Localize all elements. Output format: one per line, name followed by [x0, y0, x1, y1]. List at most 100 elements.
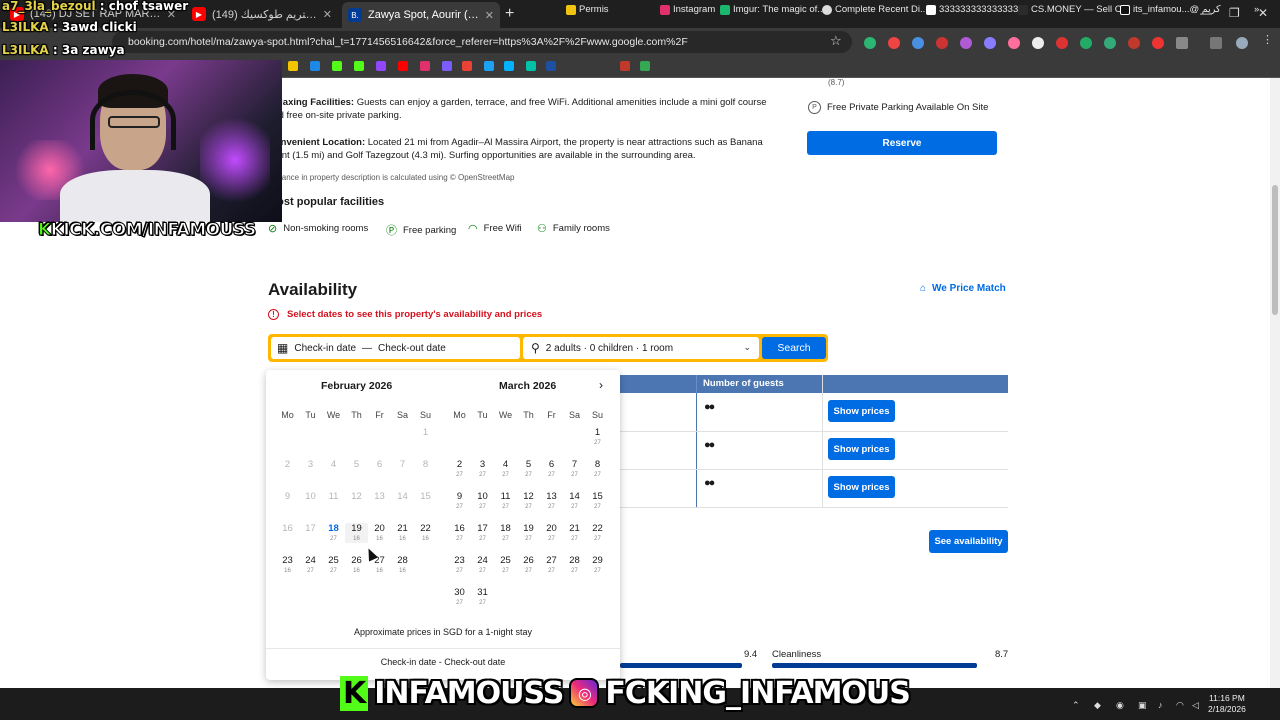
menu-icon[interactable]: [1210, 37, 1222, 49]
extensions-puzzle-icon[interactable]: [1176, 37, 1188, 49]
extension-icon[interactable]: [864, 37, 876, 49]
calendar-day[interactable]: 19 27: [517, 523, 540, 543]
calendar-day[interactable]: 27 27: [540, 555, 563, 575]
calendar-day[interactable]: 5 27: [517, 459, 540, 479]
tray-chevron-icon[interactable]: ⌃: [1072, 700, 1080, 711]
calendar-day[interactable]: 8 27: [586, 459, 609, 479]
calendar-day[interactable]: 23 27: [448, 555, 471, 575]
system-clock[interactable]: 11:16 PM 2/18/2026: [1208, 693, 1246, 715]
bookmarks-more-icon[interactable]: »: [1254, 4, 1259, 15]
bookmark-icon[interactable]: [526, 61, 536, 71]
calendar-day[interactable]: 20 16: [368, 523, 391, 543]
reserve-button[interactable]: Reserve: [807, 131, 997, 155]
scrollbar-thumb[interactable]: [1272, 185, 1278, 315]
calendar-day[interactable]: 1 27: [586, 427, 609, 447]
extension-icon[interactable]: [912, 37, 924, 49]
bookmark-icon[interactable]: [504, 61, 514, 71]
calendar-day[interactable]: 16 27: [448, 523, 471, 543]
gmail-icon[interactable]: [462, 61, 472, 71]
bookmark-imgur[interactable]: Imgur: The magic of...: [720, 4, 825, 15]
calendar-day[interactable]: 24 27: [471, 555, 494, 575]
bookmark-csmoney[interactable]: CS.MONEY — Sell C...: [1018, 4, 1130, 15]
guests-selector[interactable]: ⚲ 2 adults · 0 children · 1 room ⌄: [523, 337, 759, 359]
twitch-icon[interactable]: [376, 61, 386, 71]
youtube-icon[interactable]: [398, 61, 408, 71]
profile-avatar[interactable]: [1236, 37, 1248, 49]
wifi-icon[interactable]: ◠: [1176, 700, 1184, 711]
tray-app-icon[interactable]: ◆: [1094, 700, 1101, 711]
bookmark-tiktok[interactable]: its_infamou...@ كريم: [1120, 4, 1221, 15]
calendar-day[interactable]: 21 16: [391, 523, 414, 543]
calendar-day[interactable]: 31 27: [471, 587, 494, 607]
calendar-day[interactable]: 20 27: [540, 523, 563, 543]
price-match-link[interactable]: ⌂ We Price Match: [920, 283, 1006, 294]
calendar-day[interactable]: 26 16: [345, 555, 368, 575]
calendar-day[interactable]: 22 16: [414, 523, 437, 543]
instagram-icon[interactable]: [420, 61, 430, 71]
maximize-icon[interactable]: ❐: [1229, 6, 1240, 20]
calendar-day[interactable]: 2 27: [448, 459, 471, 479]
show-prices-button[interactable]: Show prices: [828, 476, 895, 498]
calendar-day[interactable]: 25 27: [494, 555, 517, 575]
calendar-day[interactable]: 4 27: [494, 459, 517, 479]
bookmark-icon[interactable]: [442, 61, 452, 71]
see-availability-button[interactable]: See availability: [929, 530, 1008, 553]
calendar-day[interactable]: 22 27: [586, 523, 609, 543]
discord-icon[interactable]: ◉: [1116, 700, 1124, 711]
calendar-day[interactable]: 11 27: [494, 491, 517, 511]
calendar-day[interactable]: 14 27: [563, 491, 586, 511]
calendar-day[interactable]: 12 27: [517, 491, 540, 511]
url-field[interactable]: booking.com/hotel/ma/zawya-spot.html?cha…: [112, 31, 852, 53]
extension-icon[interactable]: [888, 37, 900, 49]
calendar-day[interactable]: 30 27: [448, 587, 471, 607]
tray-app-icon[interactable]: ▣: [1138, 700, 1147, 711]
calendar-day[interactable]: 24 27: [299, 555, 322, 575]
bookmark-icon[interactable]: [484, 61, 494, 71]
extension-icon[interactable]: [1128, 37, 1140, 49]
tab-booking[interactable]: B. Zawya Spot, Aourir (updated p ✕: [342, 2, 500, 28]
search-button[interactable]: Search: [762, 337, 826, 359]
calendar-day[interactable]: 9 27: [448, 491, 471, 511]
kick-icon[interactable]: [332, 61, 342, 71]
calendar-day[interactable]: 23 16: [276, 555, 299, 575]
calendar-day[interactable]: 13 27: [540, 491, 563, 511]
new-tab-button[interactable]: +: [505, 5, 514, 23]
extension-icon[interactable]: [1008, 37, 1020, 49]
bookmark-icon[interactable]: [640, 61, 650, 71]
extension-icon[interactable]: [1104, 37, 1116, 49]
extension-icon[interactable]: [936, 37, 948, 49]
calendar-day[interactable]: 7 27: [563, 459, 586, 479]
microphone-icon[interactable]: ♪: [1158, 700, 1163, 710]
calendar-day[interactable]: 10 27: [471, 491, 494, 511]
calendar-day[interactable]: 18 27: [322, 523, 345, 543]
calendar-day[interactable]: 6 27: [540, 459, 563, 479]
calendar-day[interactable]: 29 27: [586, 555, 609, 575]
calendar-day[interactable]: 21 27: [563, 523, 586, 543]
show-prices-button[interactable]: Show prices: [828, 400, 895, 422]
calendar-day[interactable]: 19 16: [345, 523, 368, 543]
bookmark-instagram[interactable]: Instagram: [660, 4, 715, 15]
tab-youtube-2[interactable]: ▶ (149) هاذا أكثر ستريم طوكسيك... ✕: [186, 3, 338, 25]
calendar-day[interactable]: 28 27: [563, 555, 586, 575]
extension-icon[interactable]: [1056, 37, 1068, 49]
bookmark-star-icon[interactable]: ☆: [830, 33, 842, 49]
extension-icon[interactable]: [960, 37, 972, 49]
bookmark-icon[interactable]: [310, 61, 320, 71]
show-prices-button[interactable]: Show prices: [828, 438, 895, 460]
extension-icon[interactable]: [1152, 37, 1164, 49]
volume-icon[interactable]: ◁: [1192, 700, 1199, 711]
bookmark-x[interactable]: 333333333333333: [926, 4, 1018, 15]
extension-icon[interactable]: [1032, 37, 1044, 49]
calendar-day[interactable]: 15 27: [586, 491, 609, 511]
extension-icon[interactable]: [984, 37, 996, 49]
page-scrollbar[interactable]: [1270, 78, 1280, 688]
calendar-day[interactable]: 17 27: [471, 523, 494, 543]
close-tab-icon[interactable]: ✕: [323, 8, 332, 21]
chevron-right-icon[interactable]: ›: [599, 378, 603, 392]
bookmark-github[interactable]: Complete Recent Di...: [822, 4, 928, 15]
calendar-day[interactable]: 18 27: [494, 523, 517, 543]
extension-icon[interactable]: [1080, 37, 1092, 49]
close-window-icon[interactable]: ✕: [1258, 6, 1268, 20]
date-picker-field[interactable]: ▦ Check-in date — Check-out date: [271, 337, 520, 359]
bookmark-icon[interactable]: [288, 61, 298, 71]
